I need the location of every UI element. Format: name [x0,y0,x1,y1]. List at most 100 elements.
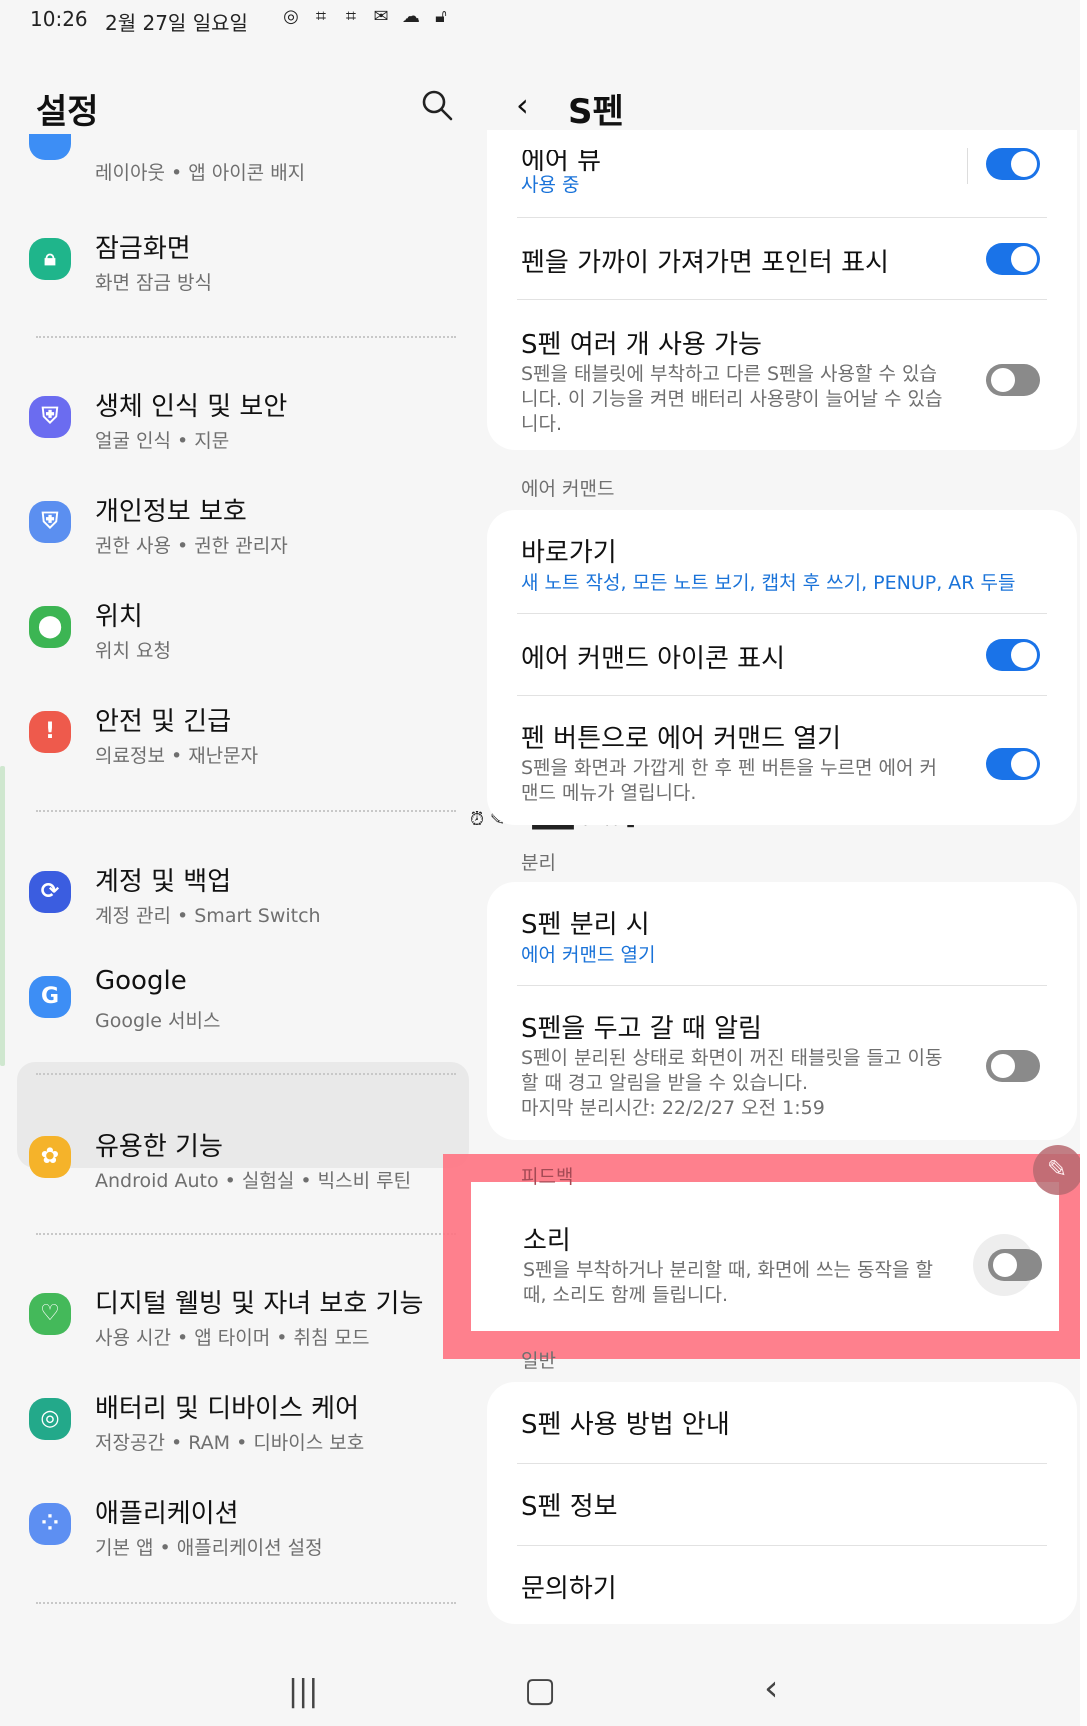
toggle-knob [991,1251,1019,1279]
row-title: 바로가기 [521,538,617,568]
leave-alert-toggle[interactable] [986,1050,1040,1082]
toggle-knob [1011,151,1037,177]
open-with-button-toggle[interactable] [986,748,1040,780]
row-pointer[interactable]: 펜을 가까이 가져가면 포인터 표시 [487,218,1077,300]
row-title: S펜 정보 [521,1492,618,1522]
air-command-icon-toggle[interactable] [986,639,1040,671]
toggle-knob [989,1052,1017,1080]
row-spen-info[interactable]: S펜 정보 [487,1464,1077,1546]
row-description: S펜이 분리된 상태로 화면이 꺼진 태블릿을 들고 이동할 때 경고 알림을 … [521,1047,943,1094]
list-item-title: 개인정보 보호 [95,497,247,527]
list-item-home-screen[interactable]: 레이아웃 • 앱 아이콘 배지 [0,120,470,220]
list-item-subtitle: 사용 시간 • 앱 타이머 • 취침 모드 [95,1327,370,1349]
list-item-lock-screen[interactable]: 🔒︎ 잠금화면 화면 잠금 방식 [0,210,470,310]
search-icon[interactable] [420,88,454,122]
status-bar: 10:26 2월 27일 일요일 ◎ ⌗ ⌗ ✉ ☁ 🔓︎ ⏰︎ ✎ ≋ ▂▄▆… [0,0,1080,830]
row-title: S펜 분리 시 [521,910,650,940]
back-icon[interactable]: ‹ [764,1668,778,1709]
row-title: 펜을 가까이 가져가면 포인터 표시 [521,248,889,278]
section-header-feedback: 피드백 [521,1166,574,1188]
row-description: S펜을 화면과 가깝게 한 후 펜 버튼을 누르면 에어 커맨드 메뉴가 열립니… [521,757,938,804]
list-item-subtitle: 위치 요청 [95,640,171,662]
list-item-subtitle: 권한 사용 • 권한 관리자 [95,535,288,557]
row-shortcuts[interactable]: 바로가기 새 노트 작성, 모든 노트 보기, 캡처 후 쓰기, PENUP, … [487,510,1077,614]
navigation-bar: ||| ▢ ‹ [0,1666,1080,1726]
list-item-title: 생체 인식 및 보안 [95,392,288,422]
list-item-subtitle: 계정 관리 • Smart Switch [95,905,321,927]
row-title: S펜 여러 개 사용 가능 [521,330,762,360]
list-item-battery-care[interactable]: ◎ 배터리 및 디바이스 케어 저장공간 • RAM • 디바이스 보호 [0,1370,470,1470]
list-item-subtitle: Google 서비스 [95,1010,221,1032]
toggle-knob [989,366,1017,394]
sound-toggle[interactable] [988,1249,1042,1281]
card-air-view: 에어 뷰 사용 중 펜을 가까이 가져가면 포인터 표시 S펜 여러 개 사용 … [487,130,1077,450]
list-item-subtitle: 기본 앱 • 애플리케이션 설정 [95,1537,323,1559]
floating-pen-button[interactable]: ✎ [1033,1145,1080,1195]
list-item-safety[interactable]: ! 안전 및 긴급 의료정보 • 재난문자 [0,683,470,783]
row-air-view[interactable]: 에어 뷰 사용 중 [487,130,1077,218]
pointer-toggle[interactable] [986,243,1040,275]
row-description: S펜을 태블릿에 부착하고 다른 S펜을 사용할 수 있습니다. 이 기능을 켜… [521,363,943,435]
list-item-location[interactable]: ⬤ 위치 위치 요청 [0,578,470,678]
row-air-command-icon[interactable]: 에어 커맨드 아이콘 표시 [487,614,1077,696]
notification-icons: ◎ ⌗ ⌗ ✉ ☁ 🔓︎ [280,6,452,28]
recent-apps-icon[interactable]: ||| [288,1674,318,1709]
list-item-title: 디지털 웰빙 및 자녀 보호 기능 [95,1289,424,1319]
pen-icon: ✎ [1047,1155,1068,1183]
multi-pen-toggle[interactable] [986,364,1040,396]
divider [36,1233,456,1235]
home-icon[interactable]: ▢ [524,1670,556,1710]
list-item-accounts[interactable]: ⟳ 계정 및 백업 계정 관리 • Smart Switch [0,843,470,943]
row-title: 에어 커맨드 아이콘 표시 [521,644,785,674]
list-item-biometrics[interactable]: ⛨ 생체 인식 및 보안 얼굴 인식 • 지문 [0,368,470,468]
emergency-icon: ! [29,711,71,753]
section-header-detach: 분리 [521,852,556,874]
row-value: 에어 커맨드 열기 [521,944,656,966]
list-item-title: 유용한 기능 [95,1132,223,1162]
section-header-air-command: 에어 커맨드 [521,478,615,500]
row-title: 소리 [523,1226,571,1256]
device-care-icon: ◎ [29,1398,71,1440]
page-title: S펜 [568,92,624,132]
list-item-subtitle: 화면 잠금 방식 [95,272,212,294]
list-item-title: 계정 및 백업 [95,867,232,897]
row-sound[interactable]: 소리 S펜을 부착하거나 분리할 때, 화면에 쓰는 동작을 할 때, 소리도 … [489,1196,1057,1328]
row-on-detach[interactable]: S펜 분리 시 에어 커맨드 열기 [487,882,1077,986]
list-item-advanced-features[interactable]: ✿ 유용한 기능 Android Auto • 실험실 • 빅스비 루틴 [0,1108,470,1208]
divider [36,336,456,338]
list-item-subtitle: Android Auto • 실험실 • 빅스비 루틴 [95,1170,412,1192]
screenshot-icon: ⌗ [315,6,327,27]
list-item-privacy[interactable]: ⛨ 개인정보 보호 권한 사용 • 권한 관리자 [0,473,470,573]
list-item-google[interactable]: G Google Google 서비스 [0,948,470,1048]
list-item-subtitle: 저장공간 • RAM • 디바이스 보호 [95,1432,365,1454]
separator [967,148,968,184]
row-open-with-button[interactable]: 펜 버튼으로 에어 커맨드 열기 S펜을 화면과 가깝게 한 후 펜 버튼을 누… [487,696,1077,825]
toggle-knob [1011,642,1037,668]
list-item-subtitle: 레이아웃 • 앱 아이콘 배지 [95,162,306,184]
lock-icon: 🔓︎ [435,6,447,27]
section-header-general: 일반 [521,1350,556,1372]
privacy-icon: ⛨ [29,501,71,543]
mail-icon: ✉ [373,6,389,27]
google-icon: G [29,976,71,1018]
list-item-title: 안전 및 긴급 [95,707,232,737]
toggle-knob [1011,751,1037,777]
row-multi-pen[interactable]: S펜 여러 개 사용 가능 S펜을 태블릿에 부착하고 다른 S펜을 사용할 수… [487,300,1077,450]
row-leave-alert[interactable]: S펜을 두고 갈 때 알림 S펜이 분리된 상태로 화면이 꺼진 태블릿을 들고… [487,986,1077,1140]
row-status: 사용 중 [521,174,580,196]
list-item-digital-wellbeing[interactable]: ♡ 디지털 웰빙 및 자녀 보호 기능 사용 시간 • 앱 타이머 • 취침 모… [0,1265,470,1365]
air-view-toggle[interactable] [986,148,1040,180]
row-usage-guide[interactable]: S펜 사용 방법 안내 [487,1382,1077,1464]
list-item-title: Google [95,966,187,996]
list-item-applications[interactable]: ⁘ 애플리케이션 기본 앱 • 애플리케이션 설정 [0,1475,470,1575]
card-general: S펜 사용 방법 안내 S펜 정보 문의하기 [487,1382,1077,1624]
row-title: S펜을 두고 갈 때 알림 [521,1014,762,1044]
back-arrow-icon[interactable]: ‹ [516,86,529,124]
wellbeing-icon: ♡ [29,1293,71,1335]
shield-icon: ⛨ [29,396,71,438]
sync-icon: ⟳ [29,871,71,913]
card-detach: S펜 분리 시 에어 커맨드 열기 S펜을 두고 갈 때 알림 S펜이 분리된 … [487,882,1077,1140]
row-last-detach: 마지막 분리시간: 22/2/27 오전 1:59 [521,1097,825,1119]
row-contact[interactable]: 문의하기 [487,1546,1077,1624]
apps-icon: ⁘ [29,1503,71,1545]
